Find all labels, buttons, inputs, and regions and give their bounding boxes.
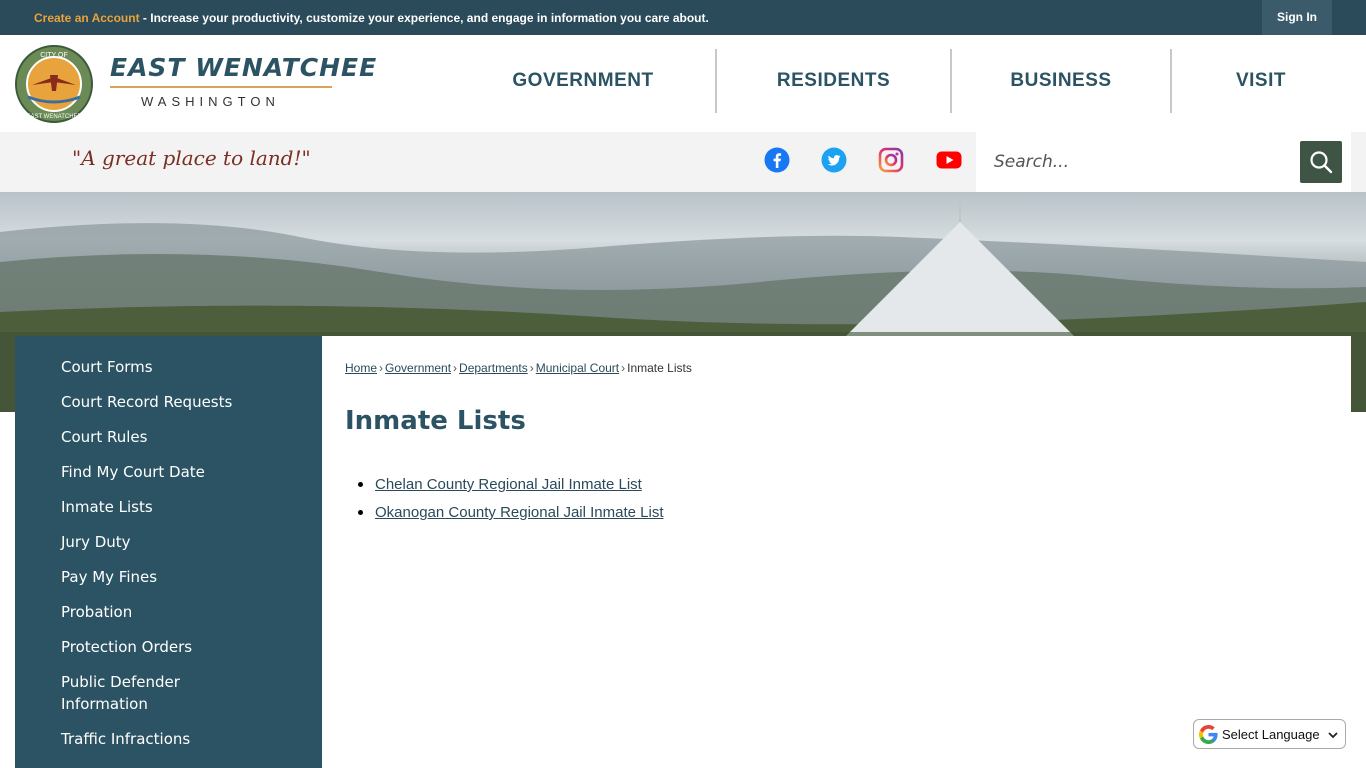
sidebar-item-court-record-requests[interactable]: Court Record Requests	[61, 391, 301, 413]
bullet	[358, 510, 363, 515]
utility-bar: "A great place to land!"	[0, 132, 1366, 192]
seal-text-top: CITY OF	[40, 52, 67, 59]
nav-residents[interactable]: RESIDENTS	[717, 49, 950, 113]
main-content: Home › Government › Departments › Municipal Co…	[322, 336, 1351, 768]
sign-in-button[interactable]: Sign In	[1262, 0, 1332, 35]
sidebar-item-probation[interactable]: Probation	[61, 601, 301, 623]
account-bar: Create an Account - Increase your produc…	[0, 0, 1366, 35]
breadcrumb-government[interactable]: Government	[385, 361, 451, 375]
breadcrumb-current: Inmate Lists	[627, 361, 692, 375]
instagram-icon[interactable]	[878, 147, 904, 173]
logo-city-name: EAST WENATCHEE	[110, 53, 378, 82]
breadcrumb-departments[interactable]: Departments	[459, 361, 528, 375]
search-input[interactable]	[984, 144, 1284, 180]
page-title: Inmate Lists	[345, 406, 526, 436]
chevron-down-icon	[1328, 732, 1338, 739]
breadcrumb-municipal-court[interactable]: Municipal Court	[536, 361, 619, 375]
logo-divider	[110, 86, 332, 88]
logo-state-name: WASHINGTON	[141, 94, 280, 109]
sidebar-item-inmate-lists[interactable]: Inmate Lists	[61, 496, 301, 518]
okanogan-county-inmate-list-link[interactable]: Okanogan County Regional Jail Inmate Lis…	[375, 504, 664, 521]
breadcrumb-separator: ›	[621, 361, 626, 375]
city-seal-logo[interactable]: CITY OF EAST WENATCHEE	[14, 45, 94, 123]
sidebar-item-find-my-court-date[interactable]: Find My Court Date	[61, 461, 301, 483]
sidebar-item-court-forms[interactable]: Court Forms	[61, 356, 301, 378]
inmate-list-links: Chelan County Regional Jail Inmate List …	[358, 471, 664, 527]
language-select-label: Select Language	[1222, 727, 1320, 742]
list-item: Chelan County Regional Jail Inmate List	[358, 471, 664, 499]
chelan-county-inmate-list-link[interactable]: Chelan County Regional Jail Inmate List	[375, 476, 642, 493]
breadcrumb-separator: ›	[453, 361, 458, 375]
account-prompt: Create an Account - Increase your produc…	[34, 11, 709, 25]
sidebar-item-pay-my-fines[interactable]: Pay My Fines	[61, 566, 301, 588]
search-icon	[1310, 151, 1333, 174]
nav-business[interactable]: BUSINESS	[952, 49, 1170, 113]
list-item: Okanogan County Regional Jail Inmate Lis…	[358, 499, 664, 527]
main-navigation: GOVERNMENT RESIDENTS BUSINESS VISIT	[450, 49, 1366, 113]
city-slogan: "A great place to land!"	[72, 146, 311, 170]
search-button[interactable]	[1300, 141, 1342, 183]
logo-wordmark[interactable]: EAST WENATCHEE WASHINGTON	[110, 53, 377, 109]
nav-government[interactable]: GOVERNMENT	[450, 49, 716, 113]
account-tagline: - Increase your productivity, customize …	[139, 11, 709, 25]
breadcrumb-separator: ›	[379, 361, 384, 375]
twitter-icon[interactable]	[821, 147, 847, 173]
sidebar-item-jury-duty[interactable]: Jury Duty	[61, 531, 301, 553]
bullet	[358, 482, 363, 487]
breadcrumb-separator: ›	[529, 361, 534, 375]
create-account-link[interactable]: Create an Account	[34, 11, 140, 25]
nav-visit[interactable]: VISIT	[1172, 49, 1350, 113]
search-box	[976, 132, 1351, 192]
breadcrumb-home[interactable]: Home	[345, 361, 377, 375]
court-sidebar-nav: Court Forms Court Record Requests Court …	[15, 336, 322, 768]
site-header: CITY OF EAST WENATCHEE EAST WENATCHEE WA…	[0, 35, 1366, 132]
youtube-icon[interactable]	[936, 147, 962, 173]
sidebar-item-traffic-infractions[interactable]: Traffic Infractions	[61, 728, 301, 750]
sidebar-item-court-rules[interactable]: Court Rules	[61, 426, 301, 448]
seal-text-bottom: EAST WENATCHEE	[26, 114, 81, 120]
breadcrumb: Home › Government › Departments › Municipal Co…	[345, 361, 692, 375]
language-select[interactable]: Select Language	[1193, 719, 1346, 749]
facebook-icon[interactable]	[764, 147, 790, 173]
google-icon	[1199, 725, 1218, 744]
sidebar-item-public-defender-information[interactable]: Public Defender Information	[61, 671, 211, 715]
sidebar-item-protection-orders[interactable]: Protection Orders	[61, 636, 301, 658]
